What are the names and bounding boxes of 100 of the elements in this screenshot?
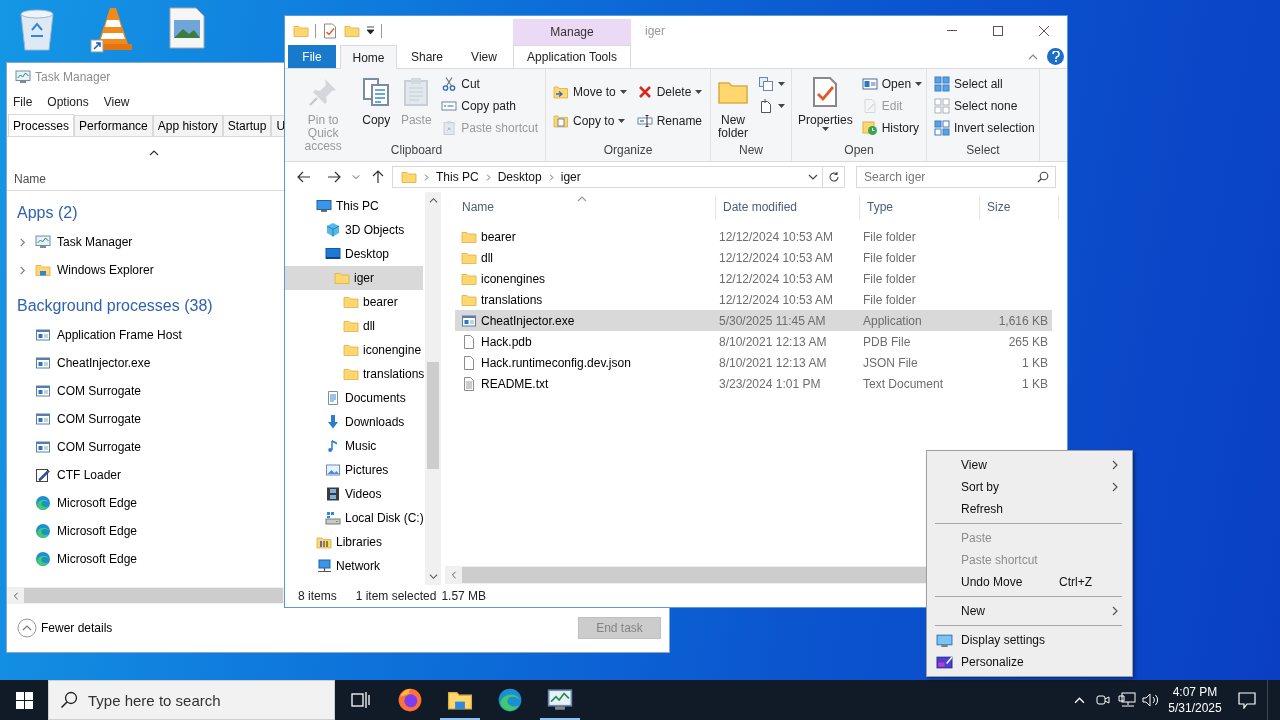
image-file-icon[interactable] [168, 6, 206, 50]
search-icon [60, 691, 78, 709]
tab[interactable]: App history [152, 115, 223, 136]
tree-item[interactable]: Pictures [285, 458, 423, 482]
search-field[interactable]: Search iger [856, 166, 1056, 188]
menu-item[interactable]: File [13, 94, 33, 109]
ribbon-button[interactable]: Properties [796, 69, 855, 132]
menu-item[interactable]: Undo Move Ctrl+Z [927, 571, 1132, 593]
tree-item[interactable]: Music [285, 434, 423, 458]
tree-item[interactable]: Desktop [285, 242, 423, 266]
breadcrumb[interactable]: Desktop [497, 170, 542, 184]
file-name: CheatInjector.exe [481, 313, 575, 328]
file-icon [461, 333, 477, 350]
file-row[interactable]: README.txt 3/23/2024 1:01 PM Text Document 1 KB [455, 373, 1052, 394]
breadcrumb[interactable]: iger [560, 170, 581, 184]
edit-icon [861, 98, 878, 114]
ribbon-button[interactable]: Open [858, 73, 926, 95]
file-type: JSON File [862, 355, 919, 370]
menu-item[interactable]: New [927, 600, 1132, 622]
ribbon-button[interactable]: Move to [550, 81, 630, 103]
forward-arrow-icon [327, 171, 341, 183]
menu-item[interactable]: View [103, 94, 130, 109]
tree-item[interactable]: bearer [285, 290, 423, 314]
chevron-icon [352, 173, 360, 181]
column-header[interactable]: Name [449, 195, 716, 219]
column-header[interactable]: Type [860, 195, 980, 219]
tree-item[interactable]: translations [285, 362, 423, 386]
edge-icon [497, 687, 523, 713]
file-name: Hack.pdb [481, 334, 532, 349]
tree-item[interactable]: This PC [285, 194, 423, 218]
date-modified: 12/12/2024 10:53 AM [718, 271, 835, 286]
fewer-details-button[interactable]: Fewer details [17, 618, 113, 638]
ribbon-button[interactable]: Select all [931, 73, 1038, 95]
expand-arrow-icon[interactable] [18, 237, 27, 247]
help-button[interactable] [1047, 48, 1064, 65]
tree-item[interactable]: dll [285, 314, 423, 338]
tab[interactable]: Startup [222, 115, 272, 136]
ribbon-button[interactable]: Copy [358, 69, 395, 128]
tree-item[interactable]: Local Disk (C:) [285, 506, 423, 530]
scrollbar-thumb[interactable] [427, 362, 439, 469]
tab[interactable]: U [271, 115, 284, 136]
menu-item[interactable]: Display settings [927, 629, 1132, 651]
ribbon-tab[interactable]: Application Tools [513, 45, 631, 68]
column-header[interactable]: Size [980, 195, 1059, 219]
ribbon-button[interactable]: Copy to [550, 110, 630, 132]
tree-item[interactable]: Libraries [285, 530, 423, 554]
ribbon-button[interactable]: New folder [715, 69, 751, 141]
window-title: Task Manager [35, 70, 111, 84]
menu-item[interactable]: Sort by [927, 476, 1132, 498]
file-row[interactable]: iconengines 12/12/2024 10:53 AM File folder [455, 268, 1052, 289]
tab[interactable]: Performance [74, 115, 153, 136]
speaker-icon [1142, 692, 1160, 708]
dropdown-icon [366, 26, 375, 35]
file-icon [461, 354, 477, 371]
ribbon-button[interactable]: Rename [633, 110, 706, 132]
move-to-icon [553, 84, 569, 100]
tree-item[interactable]: Downloads [285, 410, 423, 434]
refresh-button[interactable] [823, 166, 845, 188]
search-field[interactable]: Type here to search [48, 680, 335, 720]
tree-item[interactable]: iger [285, 266, 423, 290]
column-header[interactable]: Date modified [716, 195, 860, 219]
group-label: Select [966, 143, 1000, 159]
ribbon-tab[interactable]: Home [340, 45, 397, 69]
network-icon [1118, 692, 1136, 708]
file-row[interactable]: translations 12/12/2024 10:53 AM File folder [455, 289, 1052, 310]
folder-icon [343, 294, 359, 310]
paste-shortcut-icon [441, 120, 458, 136]
tree-item[interactable]: Network [285, 554, 423, 578]
file-row[interactable]: Hack.runtimeconfig.dev.json 8/10/2021 12:13 AM JSON File 1 KB [455, 352, 1052, 373]
tree-item[interactable]: 3D Objects [285, 218, 423, 242]
menu-item[interactable]: View [927, 454, 1132, 476]
file-row[interactable]: Hack.pdb 8/10/2021 12:13 AM PDB File 265 KB [455, 331, 1052, 352]
ribbon-button[interactable]: Select none [931, 95, 1038, 117]
file-row[interactable]: bearer 12/12/2024 10:53 AM File folder [455, 226, 1052, 247]
menu-item[interactable]: Options [47, 94, 89, 109]
windows-logo-icon [15, 691, 33, 709]
tree-item[interactable]: Documents [285, 386, 423, 410]
address-bar[interactable]: This PC Desktop iger [392, 166, 823, 188]
breadcrumb[interactable]: This PC [436, 170, 479, 184]
history-icon [861, 120, 878, 136]
expand-arrow-icon[interactable] [18, 265, 27, 275]
ribbon-button[interactable]: Cut [438, 73, 541, 95]
tree-item[interactable]: iconengine [285, 338, 423, 362]
ribbon-button[interactable]: Copy path [438, 95, 541, 117]
tab[interactable]: Processes [8, 114, 75, 136]
customize-button[interactable] [366, 26, 375, 35]
ribbon-button[interactable]: Delete [633, 81, 706, 103]
address-dropdown-button[interactable] [808, 172, 818, 182]
ribbon-tab[interactable]: File [288, 45, 336, 68]
tree-item[interactable]: Videos [285, 482, 423, 506]
clock[interactable]: 4:07 PM 5/31/2025 [1163, 680, 1227, 720]
menu-item[interactable]: Personalize [927, 651, 1132, 673]
scrollbar-thumb[interactable] [24, 588, 283, 603]
menu-item[interactable]: Refresh [927, 498, 1132, 520]
file-row[interactable]: dll 12/12/2024 10:53 AM File folder [455, 247, 1052, 268]
ribbon-button[interactable]: History [858, 117, 926, 139]
file-row[interactable]: CheatInjector.exe 5/30/2025 11:45 AM Application 1,616 KB [455, 310, 1052, 331]
toolbar-button[interactable] [322, 22, 338, 39]
ribbon-button[interactable]: Invert selection [931, 117, 1038, 139]
caret-icon [821, 127, 829, 131]
